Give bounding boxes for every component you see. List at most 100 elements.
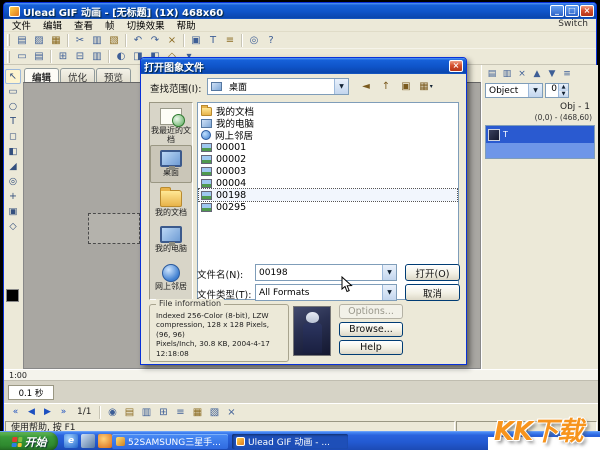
frame-properties-icon[interactable]: ▤ <box>31 49 47 64</box>
dialog-close-button[interactable]: × <box>449 60 463 72</box>
eyedropper-tool[interactable]: ◢ <box>5 159 21 174</box>
zoom-tool[interactable]: ◎ <box>5 174 21 189</box>
browse-button[interactable]: Browse... <box>339 322 403 337</box>
app-titlebar[interactable]: Ulead GIF 动画 - [无标题] (1X) 468x60 _ □ × <box>4 3 596 19</box>
frame-delay-cell[interactable]: 0.1 秒 <box>8 385 54 400</box>
browser-icon[interactable]: e <box>64 434 78 448</box>
new-folder-icon[interactable]: ▣ <box>397 78 415 95</box>
show-desktop-icon[interactable] <box>81 434 95 448</box>
loop-icon[interactable]: ◉ <box>104 405 120 420</box>
place-my-computer[interactable]: 我的电脑 <box>150 221 192 259</box>
duplicate-frame-icon[interactable]: ▥ <box>89 49 105 64</box>
add-image-icon[interactable]: ▣ <box>188 33 204 48</box>
maximize-button[interactable]: □ <box>565 5 579 17</box>
file-type-combo[interactable]: All Formats ▼ <box>255 284 397 301</box>
look-in-combo[interactable]: 桌面 ▼ <box>207 78 349 95</box>
new-icon[interactable]: ▤ <box>14 33 30 48</box>
menu-view[interactable]: 查看 <box>69 18 98 32</box>
add-banner-icon[interactable]: ≡ <box>222 33 238 48</box>
select-tool[interactable]: ↖ <box>5 69 21 84</box>
menu-help[interactable]: 帮助 <box>172 18 201 32</box>
object-up-icon[interactable]: ▲ <box>530 67 544 80</box>
media-player-icon[interactable] <box>98 434 112 448</box>
chevron-down-icon[interactable]: ▼ <box>528 84 542 97</box>
close-button[interactable]: × <box>580 5 594 17</box>
save-icon[interactable]: ▦ <box>48 33 64 48</box>
file-row-selected[interactable]: 00198 <box>198 188 458 202</box>
timeline-ruler[interactable]: 1:00 <box>4 370 598 381</box>
chevron-down-icon[interactable]: ▼ <box>382 265 396 280</box>
paste-icon[interactable]: ▧ <box>106 33 122 48</box>
file-row[interactable]: 00001 <box>199 141 457 153</box>
minimize-button[interactable]: _ <box>550 5 564 17</box>
help-icon[interactable]: ? <box>263 33 279 48</box>
place-network[interactable]: 网上邻居 <box>150 259 192 297</box>
taskbar-task-samsung[interactable]: 52SAMSUNG三星手... <box>112 434 228 449</box>
shape-tool[interactable]: ◇ <box>5 219 21 234</box>
back-folder-icon[interactable]: ◄ <box>357 78 375 95</box>
last-frame-icon[interactable]: » <box>56 405 71 419</box>
export-icon[interactable]: ▤ <box>121 405 137 420</box>
cancel-button[interactable]: 取消 <box>405 284 460 301</box>
options-button[interactable]: Options... <box>339 304 403 319</box>
open-icon[interactable]: ▨ <box>31 33 47 48</box>
taskbar-task-ulead[interactable]: Ulead GIF 动画 - ... <box>232 434 348 449</box>
view-menu-icon[interactable]: ▦ ▾ <box>417 78 435 95</box>
object-type-combo[interactable]: Object ▼ <box>485 83 543 98</box>
place-recent-documents[interactable]: 我最近的文档 <box>150 107 192 145</box>
crop-tool[interactable]: ▣ <box>5 204 21 219</box>
palette-icon[interactable]: ▦ <box>189 405 205 420</box>
object-duplicate-icon[interactable]: ▥ <box>500 67 514 80</box>
file-row[interactable]: 00004 <box>199 177 457 189</box>
object-down-icon[interactable]: ▼ <box>545 67 559 80</box>
add-text-icon[interactable]: T <box>205 33 221 48</box>
language-switch-link[interactable]: Switch <box>558 19 588 29</box>
menu-edit[interactable]: 编辑 <box>38 18 67 32</box>
start-button[interactable]: 开始 <box>0 432 58 450</box>
cut-icon[interactable]: ✂ <box>72 33 88 48</box>
select-frame-icon[interactable]: ▭ <box>14 49 30 64</box>
object-list-item-selected[interactable]: T <box>486 126 594 143</box>
menu-transition[interactable]: 切换效果 <box>122 18 170 32</box>
tween-icon[interactable]: ◐ <box>113 49 129 64</box>
text-tool[interactable]: T <box>5 114 21 129</box>
list-view-icon[interactable]: ≡ <box>172 405 188 420</box>
file-row[interactable]: 00295 <box>199 201 457 213</box>
frame-panel-icon[interactable]: ▥ <box>138 405 154 420</box>
copy-icon[interactable]: ▥ <box>89 33 105 48</box>
object-index-stepper[interactable]: 0 ▲ ▼ <box>545 83 569 98</box>
first-frame-icon[interactable]: « <box>8 405 23 419</box>
pan-tool[interactable]: + <box>5 189 21 204</box>
chevron-down-icon[interactable]: ▼ <box>382 285 396 300</box>
prev-frame-icon[interactable]: ◀ <box>24 405 39 419</box>
add-frame-icon[interactable]: ⊞ <box>55 49 71 64</box>
dialog-titlebar[interactable]: 打开图象文件 × <box>141 58 466 74</box>
play-icon[interactable]: ▶ <box>40 405 55 419</box>
fill-tool[interactable]: ◧ <box>5 144 21 159</box>
file-row[interactable]: 网上邻居 <box>199 129 457 142</box>
lasso-tool[interactable]: ○ <box>5 99 21 114</box>
trash-icon[interactable]: × <box>223 405 239 420</box>
toolbar-grip[interactable] <box>7 50 10 63</box>
redo-icon[interactable]: ↷ <box>147 33 163 48</box>
object-new-icon[interactable]: ▤ <box>485 67 499 80</box>
up-one-level-icon[interactable]: ↑ <box>377 78 395 95</box>
marquee-tool[interactable]: ▭ <box>5 84 21 99</box>
place-desktop[interactable]: 桌面 <box>150 145 192 183</box>
eraser-tool[interactable]: ◻ <box>5 129 21 144</box>
settings-icon[interactable]: ▧ <box>206 405 222 420</box>
object-delete-icon[interactable]: × <box>515 67 529 80</box>
object-properties-icon[interactable]: ≡ <box>560 67 574 80</box>
open-button[interactable]: 打开(O) <box>405 264 460 281</box>
file-row[interactable]: 00003 <box>199 165 457 177</box>
zoom-icon[interactable]: ◎ <box>246 33 262 48</box>
file-name-combo[interactable]: 00198 ▼ <box>255 264 397 281</box>
menu-frame[interactable]: 帧 <box>100 18 120 32</box>
menu-file[interactable]: 文件 <box>7 18 36 32</box>
undo-icon[interactable]: ↶ <box>130 33 146 48</box>
file-row[interactable]: 00002 <box>199 153 457 165</box>
chevron-down-icon[interactable]: ▼ <box>334 79 348 94</box>
canvas-frame[interactable] <box>88 213 140 244</box>
object-list-item[interactable] <box>486 143 594 158</box>
help-button[interactable]: Help <box>339 340 403 355</box>
